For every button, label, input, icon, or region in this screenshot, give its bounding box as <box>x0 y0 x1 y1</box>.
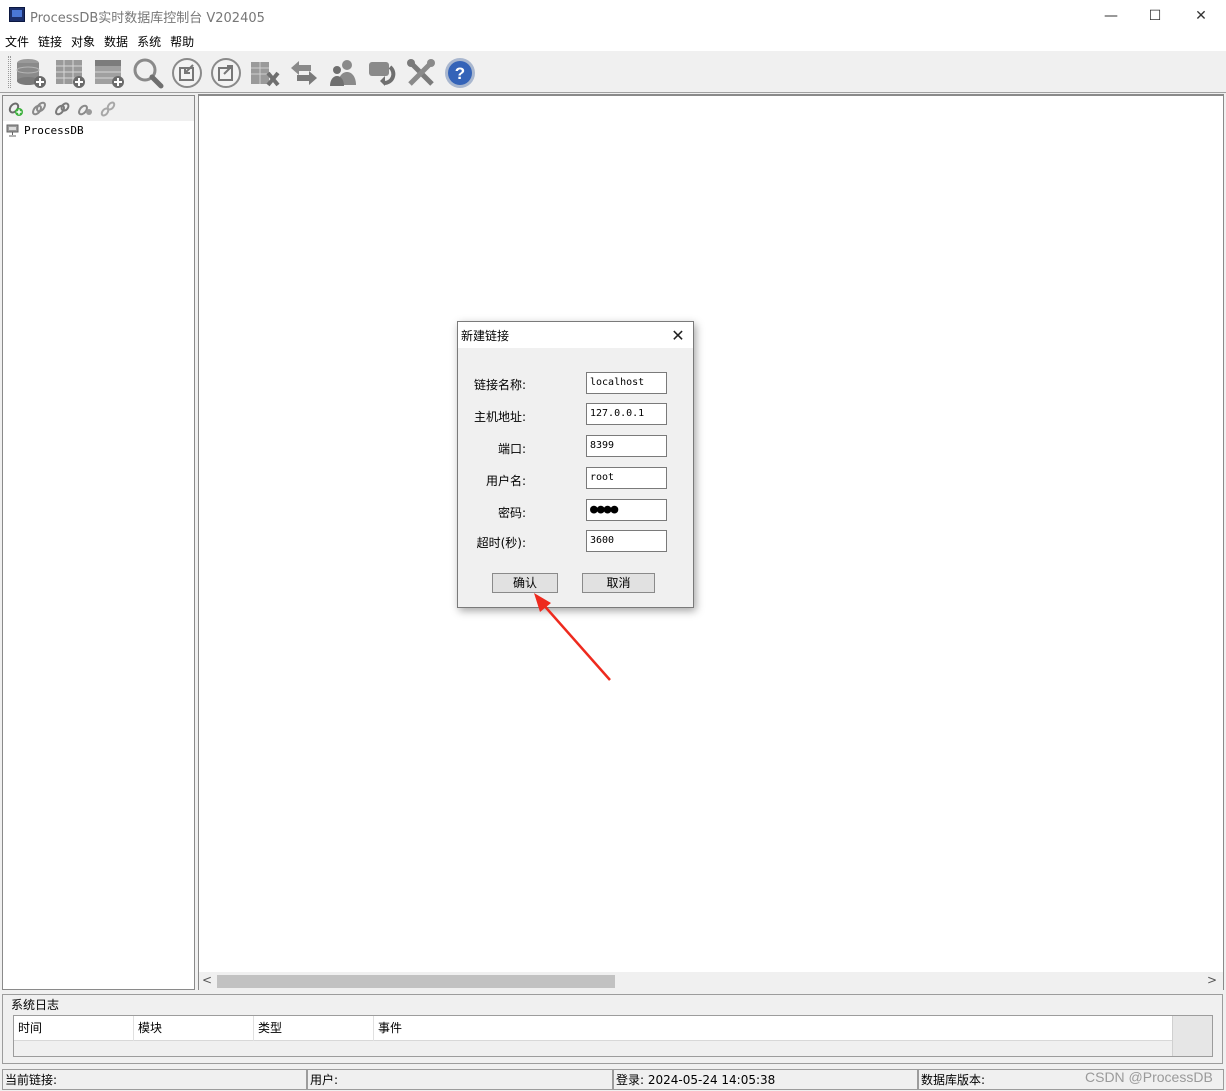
sync-icon[interactable] <box>365 56 399 90</box>
dialog-title: 新建链接 <box>461 329 510 343</box>
port-input[interactable]: 8399 <box>586 435 667 457</box>
main-workspace: < > <box>198 94 1224 990</box>
cancel-button[interactable]: 取消 <box>582 573 655 593</box>
svg-text:?: ? <box>455 64 465 83</box>
log-table-header: 时间 模块 类型 事件 <box>14 1016 1172 1041</box>
scroll-left-arrow[interactable]: < <box>202 973 212 987</box>
close-window-button[interactable]: ✕ <box>1178 0 1224 31</box>
link-disconnect-icon[interactable] <box>100 101 116 117</box>
link-share-icon[interactable] <box>77 101 93 117</box>
toolbar-grip <box>8 56 11 88</box>
menu-object[interactable]: 对象 <box>71 33 95 50</box>
transfer-icon[interactable] <box>287 56 321 90</box>
timeout-label: 超时(秒): <box>476 536 526 550</box>
menu-help[interactable]: 帮助 <box>170 33 194 50</box>
new-table-icon[interactable] <box>53 56 87 90</box>
password-input[interactable]: ●●●● <box>586 499 667 521</box>
log-title: 系统日志 <box>11 998 60 1012</box>
connection-tree-panel: ProcessDB <box>2 95 195 990</box>
username-input[interactable]: root <box>586 467 667 489</box>
column-module[interactable]: 模块 <box>134 1016 254 1041</box>
confirm-button[interactable]: 确认 <box>492 573 558 593</box>
tree-item-processdb[interactable]: ProcessDB <box>6 124 84 137</box>
status-bar: 当前链接: 用户: 登录: 2024-05-24 14:05:38 数据库版本: <box>0 1068 1226 1091</box>
log-table: 时间 模块 类型 事件 <box>13 1015 1213 1057</box>
settings-icon[interactable] <box>404 56 438 90</box>
user-manage-icon[interactable] <box>326 56 360 90</box>
log-scrollbar[interactable] <box>1172 1016 1212 1056</box>
import-icon[interactable] <box>170 56 204 90</box>
menu-data[interactable]: 数据 <box>104 33 128 50</box>
column-type[interactable]: 类型 <box>254 1016 374 1041</box>
watermark: CSDN @ProcessDB <box>1085 1069 1213 1085</box>
database-tools-icon[interactable] <box>248 56 282 90</box>
new-connection-dialog: 新建链接 ✕ 链接名称: localhost 主机地址: 127.0.0.1 端… <box>457 321 694 608</box>
system-log-panel: 系统日志 时间 模块 类型 事件 <box>2 994 1223 1064</box>
menu-file[interactable]: 文件 <box>5 33 29 50</box>
window-title: ProcessDB实时数据库控制台 V202405 <box>30 11 265 26</box>
host-address-label: 主机地址: <box>473 410 526 424</box>
link-edit-icon[interactable] <box>31 101 47 117</box>
search-icon[interactable] <box>131 56 165 90</box>
app-icon <box>9 7 25 22</box>
column-time[interactable]: 时间 <box>14 1016 134 1041</box>
help-icon[interactable]: ? <box>443 56 477 90</box>
connection-name-input[interactable]: localhost <box>586 372 667 394</box>
server-icon <box>6 124 19 137</box>
minimize-button[interactable]: — <box>1088 0 1134 31</box>
export-icon[interactable] <box>209 56 243 90</box>
dialog-title-bar: 新建链接 ✕ <box>458 322 693 348</box>
tree-toolbar <box>3 96 194 121</box>
maximize-button[interactable]: ☐ <box>1132 0 1178 31</box>
timeout-input[interactable]: 3600 <box>586 530 667 552</box>
toolbar: ? <box>0 51 1226 93</box>
menu-bar: 文件 链接 对象 数据 系统 帮助 <box>0 31 1226 51</box>
link-add-icon[interactable] <box>8 101 24 117</box>
status-user: 用户: <box>307 1069 613 1090</box>
link-connect-icon[interactable] <box>54 101 70 117</box>
scroll-thumb[interactable] <box>217 975 615 988</box>
port-label: 端口: <box>497 442 526 456</box>
password-label: 密码: <box>497 506 526 520</box>
title-bar: ProcessDB实时数据库控制台 V202405 — ☐ ✕ <box>0 0 1226 31</box>
dialog-close-button[interactable]: ✕ <box>667 324 689 346</box>
menu-link[interactable]: 链接 <box>38 33 62 50</box>
new-row-icon[interactable] <box>92 56 126 90</box>
status-login-time: 登录: 2024-05-24 14:05:38 <box>613 1069 918 1090</box>
host-address-input[interactable]: 127.0.0.1 <box>586 403 667 425</box>
scroll-right-arrow[interactable]: > <box>1207 973 1217 987</box>
horizontal-scrollbar[interactable]: < > <box>199 972 1223 990</box>
column-event[interactable]: 事件 <box>374 1016 1172 1041</box>
username-label: 用户名: <box>485 474 526 488</box>
status-current-link: 当前链接: <box>2 1069 307 1090</box>
connection-name-label: 链接名称: <box>473 378 526 392</box>
tree-item-label: ProcessDB <box>24 124 84 137</box>
new-database-icon[interactable] <box>14 56 48 90</box>
menu-system[interactable]: 系统 <box>137 33 161 50</box>
